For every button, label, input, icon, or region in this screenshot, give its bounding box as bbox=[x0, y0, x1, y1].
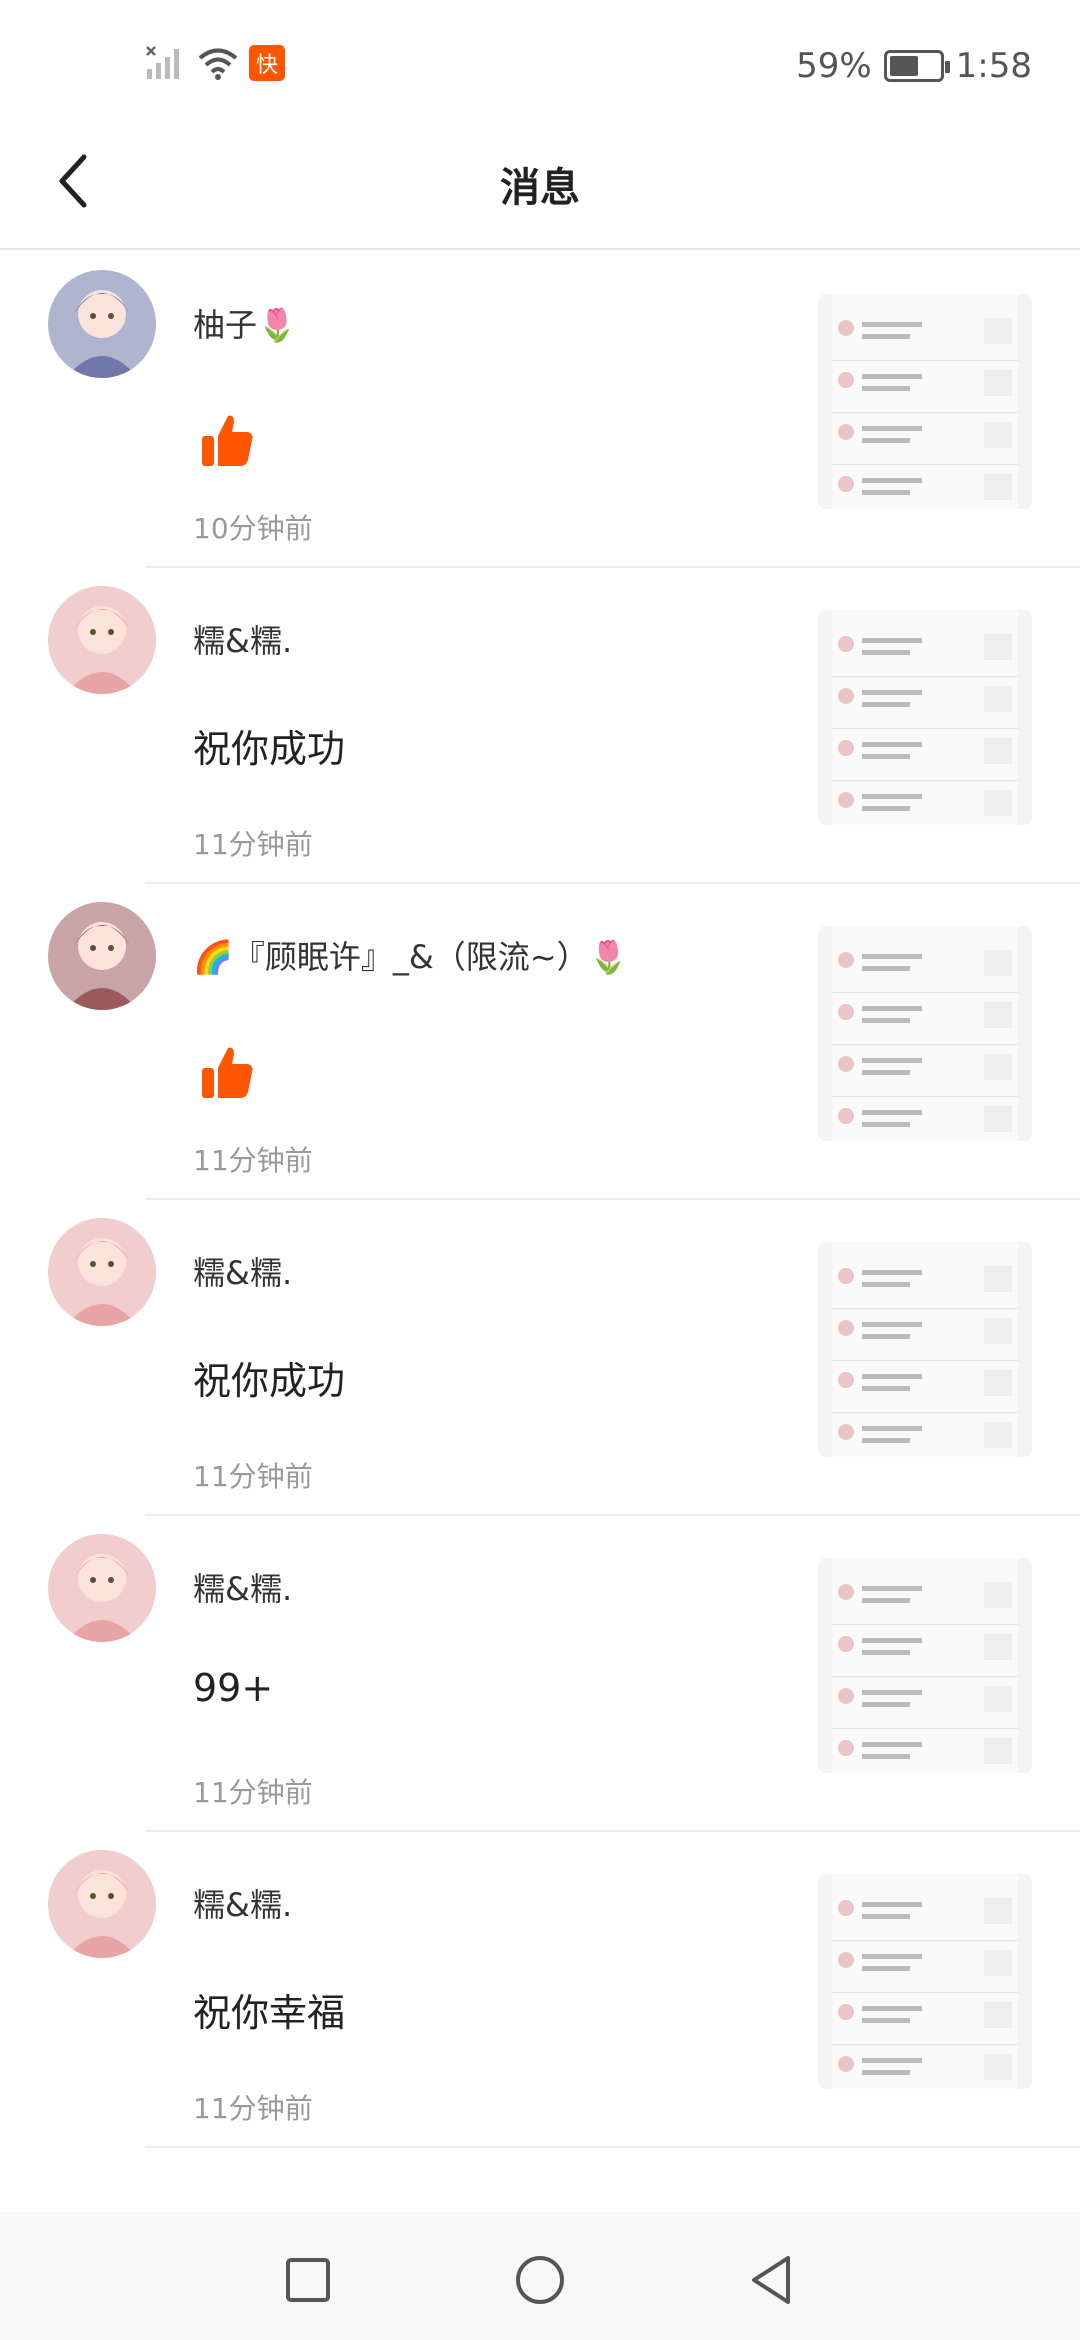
message-list[interactable]: 柚子🌷 10分钟前糯&糯. 祝你成功 11分钟前 🌈『顾眠许』_&（限流~）🌷 11分钟前… bbox=[0, 252, 1080, 2148]
battery-icon bbox=[883, 50, 950, 82]
sender-name[interactable]: 糯&糯. bbox=[193, 1564, 292, 1610]
timestamp: 11分钟前 bbox=[193, 1460, 313, 1493]
avatar[interactable] bbox=[48, 1850, 156, 1958]
message-content: 祝你成功 bbox=[193, 727, 346, 771]
avatar[interactable] bbox=[48, 902, 156, 1010]
thumbs-up-icon bbox=[200, 1044, 256, 1100]
battery-percent: 59% bbox=[796, 46, 872, 86]
message-row[interactable]: 糯&糯. 祝你成功 11分钟前 bbox=[0, 1200, 1080, 1516]
square-icon bbox=[286, 2258, 330, 2302]
avatar[interactable] bbox=[48, 586, 156, 694]
divider bbox=[145, 2146, 1080, 2148]
message-content: 99+ bbox=[193, 1666, 274, 1710]
message-row[interactable]: 糯&糯. 祝你幸福 11分钟前 bbox=[0, 1832, 1080, 2148]
status-icons-right: 59% 1:58 bbox=[796, 46, 1032, 86]
sender-name[interactable]: 柚子🌷 bbox=[193, 300, 297, 346]
message-content: 祝你成功 bbox=[193, 1359, 346, 1403]
sender-name[interactable]: 糯&糯. bbox=[193, 616, 292, 662]
post-thumbnail[interactable] bbox=[818, 1558, 1032, 1773]
kuaishou-app-icon: 快 bbox=[249, 45, 285, 81]
sender-name[interactable]: 糯&糯. bbox=[193, 1248, 292, 1294]
nav-back-button[interactable] bbox=[744, 2252, 800, 2308]
message-content: 祝你幸福 bbox=[193, 1991, 346, 2035]
status-icons-left: 快 bbox=[145, 45, 285, 81]
post-thumbnail[interactable] bbox=[818, 610, 1032, 825]
timestamp: 11分钟前 bbox=[193, 2092, 313, 2125]
page-title: 消息 bbox=[500, 165, 580, 211]
post-thumbnail[interactable] bbox=[818, 1874, 1032, 2089]
avatar[interactable] bbox=[48, 1218, 156, 1326]
timestamp: 11分钟前 bbox=[193, 828, 313, 861]
clock: 1:58 bbox=[955, 46, 1032, 86]
recent-apps-button[interactable] bbox=[280, 2252, 336, 2308]
sender-name[interactable]: 糯&糯. bbox=[193, 1880, 292, 1926]
home-button[interactable] bbox=[512, 2252, 568, 2308]
avatar[interactable] bbox=[48, 1534, 156, 1642]
thumbs-up-icon bbox=[200, 412, 256, 468]
circle-icon bbox=[516, 2256, 564, 2304]
timestamp: 11分钟前 bbox=[193, 1144, 313, 1177]
message-row[interactable]: 糯&糯. 祝你成功 11分钟前 bbox=[0, 568, 1080, 884]
triangle-back-icon bbox=[752, 2256, 790, 2304]
timestamp: 11分钟前 bbox=[193, 1776, 313, 1809]
header: 消息 bbox=[0, 110, 1080, 250]
message-row[interactable]: 柚子🌷 10分钟前 bbox=[0, 252, 1080, 568]
system-nav-bar bbox=[0, 2212, 1080, 2340]
status-bar: 快 59% 1:58 bbox=[0, 0, 1080, 110]
avatar[interactable] bbox=[48, 270, 156, 378]
message-row[interactable]: 🌈『顾眠许』_&（限流~）🌷 11分钟前 bbox=[0, 884, 1080, 1200]
wifi-icon bbox=[198, 48, 238, 80]
sender-name[interactable]: 🌈『顾眠许』_&（限流~）🌷 bbox=[193, 932, 628, 978]
post-thumbnail[interactable] bbox=[818, 1242, 1032, 1457]
post-thumbnail[interactable] bbox=[818, 926, 1032, 1141]
post-thumbnail[interactable] bbox=[818, 294, 1032, 509]
message-row[interactable]: 糯&糯. 99+ 11分钟前 bbox=[0, 1516, 1080, 1832]
timestamp: 10分钟前 bbox=[193, 512, 313, 545]
signal-icon bbox=[146, 46, 179, 79]
